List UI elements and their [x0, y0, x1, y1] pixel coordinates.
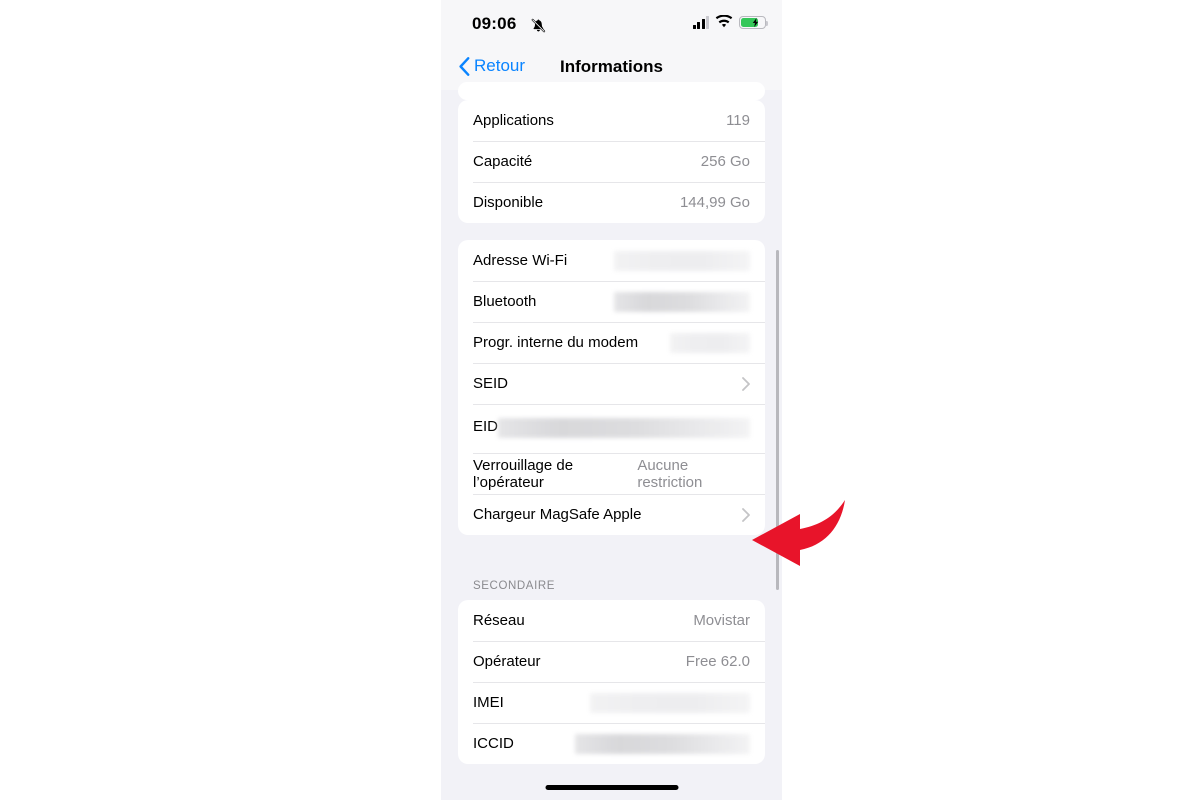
row-value [575, 733, 750, 754]
status-bar-clock: 09:06 [472, 14, 517, 33]
redacted-value [614, 291, 750, 312]
redacted-value [614, 250, 750, 271]
row-value: Free 62.0 [685, 653, 750, 670]
storage-group: Applications 119 Capacité 256 Go Disponible 1… [458, 100, 765, 223]
row-label: Verrouillage de l’opérateur [473, 456, 574, 491]
iphone-screen: 09:06 Retour Informations Applications 1… [441, 0, 782, 800]
row-label: Disponible [473, 194, 544, 211]
table-row[interactable]: Réseau Movistar [458, 600, 765, 641]
row-value [614, 291, 750, 312]
row-label: ICCID [473, 735, 514, 752]
status-bar: 09:06 [441, 0, 782, 46]
row-label: Applications [473, 112, 554, 129]
table-row[interactable]: Verrouillage de l’opérateur Aucune restri… [458, 453, 765, 494]
table-row[interactable]: Progr. interne du modem [458, 322, 765, 363]
secondary-group-header: SECONDAIRE [473, 580, 556, 592]
device-identifiers-group: Adresse Wi-Fi Bluetooth Progr. interne du … [458, 240, 765, 535]
table-row[interactable]: Opérateur Free 62.0 [458, 641, 765, 682]
settings-scroll-area[interactable]: Applications 119 Capacité 256 Go Disponible 1… [441, 82, 782, 800]
row-label: Adresse Wi-Fi [473, 252, 568, 269]
bolt-icon [752, 17, 759, 27]
row-value [614, 250, 750, 271]
wifi-icon [715, 15, 733, 28]
table-row[interactable]: Capacité 256 Go [458, 141, 765, 182]
redacted-value [590, 692, 750, 713]
redacted-value [670, 332, 750, 353]
row-label: IMEI [473, 694, 504, 711]
secondary-sim-group: Réseau Movistar Opérateur Free 62.0 IMEI ICCI… [458, 600, 765, 764]
row-value: 119 [726, 112, 750, 129]
table-row[interactable]: IMEI [458, 682, 765, 723]
redacted-value [498, 418, 750, 438]
bell-slash-icon [531, 18, 546, 33]
redacted-value [575, 733, 750, 754]
row-label: Chargeur MagSafe Apple [473, 506, 642, 523]
screenshot-canvas: 09:06 Retour Informations Applications 1… [0, 0, 1200, 800]
battery-charging-icon [739, 15, 769, 29]
table-row[interactable]: Bluetooth [458, 281, 765, 322]
table-row[interactable]: Chargeur MagSafe Apple [458, 494, 765, 535]
table-row[interactable]: SEID [458, 363, 765, 404]
table-row[interactable]: ICCID [458, 723, 765, 764]
row-label: Progr. interne du modem [473, 334, 639, 351]
row-value [670, 332, 750, 353]
clipped-row-above [458, 82, 765, 100]
row-value: Aucune restriction [637, 456, 703, 491]
row-value: 144,99 Go [679, 194, 750, 211]
row-label: Capacité [473, 153, 533, 170]
row-value [590, 692, 750, 713]
page-title: Informations [560, 57, 663, 76]
cellular-signal-icon [692, 15, 709, 29]
status-bar-indicators [692, 15, 769, 29]
curved-red-arrow-icon [752, 500, 845, 566]
table-row[interactable]: Adresse Wi-Fi [458, 240, 765, 281]
row-label: EID [473, 417, 499, 435]
table-row[interactable]: Applications 119 [458, 100, 765, 141]
row-label: SEID [473, 375, 509, 392]
row-value: Movistar [693, 612, 750, 629]
row-label: Opérateur [473, 653, 541, 670]
row-value: 256 Go [700, 153, 750, 170]
row-label: Bluetooth [473, 293, 537, 310]
row-label: Réseau [473, 612, 525, 629]
home-indicator [545, 785, 678, 790]
table-row[interactable]: EID [458, 404, 765, 453]
table-row[interactable]: Disponible 144,99 Go [458, 182, 765, 223]
chevron-right-icon [742, 376, 750, 391]
